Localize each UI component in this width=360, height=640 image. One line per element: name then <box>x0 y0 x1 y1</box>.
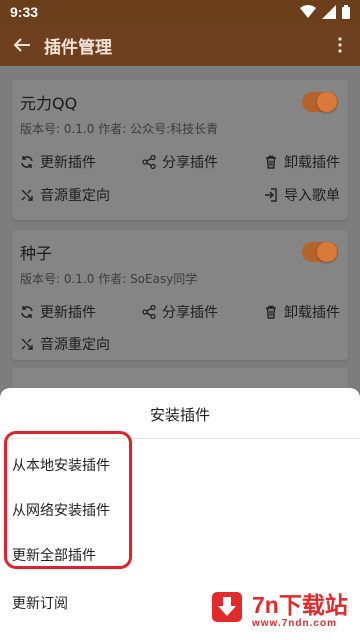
update-plugin-button[interactable]: 更新插件 <box>20 302 96 322</box>
import-playlist-button[interactable]: 导入歌单 <box>264 185 340 205</box>
page-title: 插件管理 <box>44 37 112 57</box>
toggle-knob <box>317 242 337 262</box>
plugin-card: 元力QQ 版本号: 0.1.0 作者: 公众号:科技长青 更新插件 分享插件 卸… <box>12 80 348 220</box>
share-icon <box>142 155 156 169</box>
highlight-box <box>4 431 132 569</box>
more-menu-button[interactable] <box>320 24 360 66</box>
watermark: 7n下载站 www.7ndn.com <box>198 580 360 640</box>
share-icon <box>142 305 156 319</box>
status-time: 9:33 <box>10 4 39 20</box>
share-plugin-button[interactable]: 分享插件 <box>142 302 218 322</box>
import-playlist-label: 导入歌单 <box>284 188 340 204</box>
download-logo-icon <box>212 592 242 622</box>
update-plugin-label: 更新插件 <box>40 305 96 321</box>
share-plugin-label: 分享插件 <box>162 155 218 171</box>
plugin-enable-toggle[interactable] <box>302 242 338 262</box>
share-plugin-button[interactable]: 分享插件 <box>142 152 218 172</box>
plugin-name: 种子 <box>20 244 53 263</box>
sheet-title: 安装插件 <box>149 406 210 424</box>
status-icons <box>300 5 350 19</box>
refresh-icon <box>21 306 33 318</box>
refresh-icon <box>21 156 33 168</box>
uninstall-plugin-button[interactable]: 卸载插件 <box>264 302 340 322</box>
plugin-meta: 版本号: 0.1.0 作者: SoEasy同学 <box>20 272 198 286</box>
redirect-icon <box>21 189 33 201</box>
import-icon <box>265 188 277 202</box>
wifi-icon <box>300 5 316 18</box>
redirect-source-button[interactable]: 音源重定向 <box>20 334 110 354</box>
trash-icon <box>266 155 276 169</box>
status-bar: 9:33 <box>0 0 360 24</box>
redirect-source-label: 音源重定向 <box>40 337 110 353</box>
uninstall-plugin-label: 卸载插件 <box>284 155 340 171</box>
update-plugin-label: 更新插件 <box>40 155 96 171</box>
uninstall-plugin-button[interactable]: 卸载插件 <box>264 152 340 172</box>
redirect-source-label: 音源重定向 <box>40 188 110 204</box>
battery-icon <box>342 5 350 19</box>
plugin-enable-toggle[interactable] <box>302 92 338 112</box>
plugin-name: 元力QQ <box>20 94 78 113</box>
update-plugin-button[interactable]: 更新插件 <box>20 152 96 172</box>
more-vert-icon <box>338 37 342 53</box>
share-plugin-label: 分享插件 <box>162 305 218 321</box>
watermark-text: 7n下载站 <box>252 592 348 618</box>
redirect-source-button[interactable]: 音源重定向 <box>20 185 110 205</box>
plugin-meta: 版本号: 0.1.0 作者: 公众号:科技长青 <box>20 122 219 136</box>
update-subscription-option[interactable]: 更新订阅 <box>12 593 68 613</box>
plugin-card: 种子 版本号: 0.1.0 作者: SoEasy同学 更新插件 分享插件 卸载插… <box>12 230 348 360</box>
uninstall-plugin-label: 卸载插件 <box>284 305 340 321</box>
arrow-left-icon <box>13 38 30 52</box>
trash-icon <box>266 305 276 319</box>
toggle-knob <box>317 92 337 112</box>
back-button[interactable] <box>0 24 44 66</box>
watermark-url: www.7ndn.com <box>252 618 337 629</box>
redirect-icon <box>21 338 33 350</box>
app-bar: 插件管理 <box>0 24 360 66</box>
signal-icon <box>322 5 336 19</box>
